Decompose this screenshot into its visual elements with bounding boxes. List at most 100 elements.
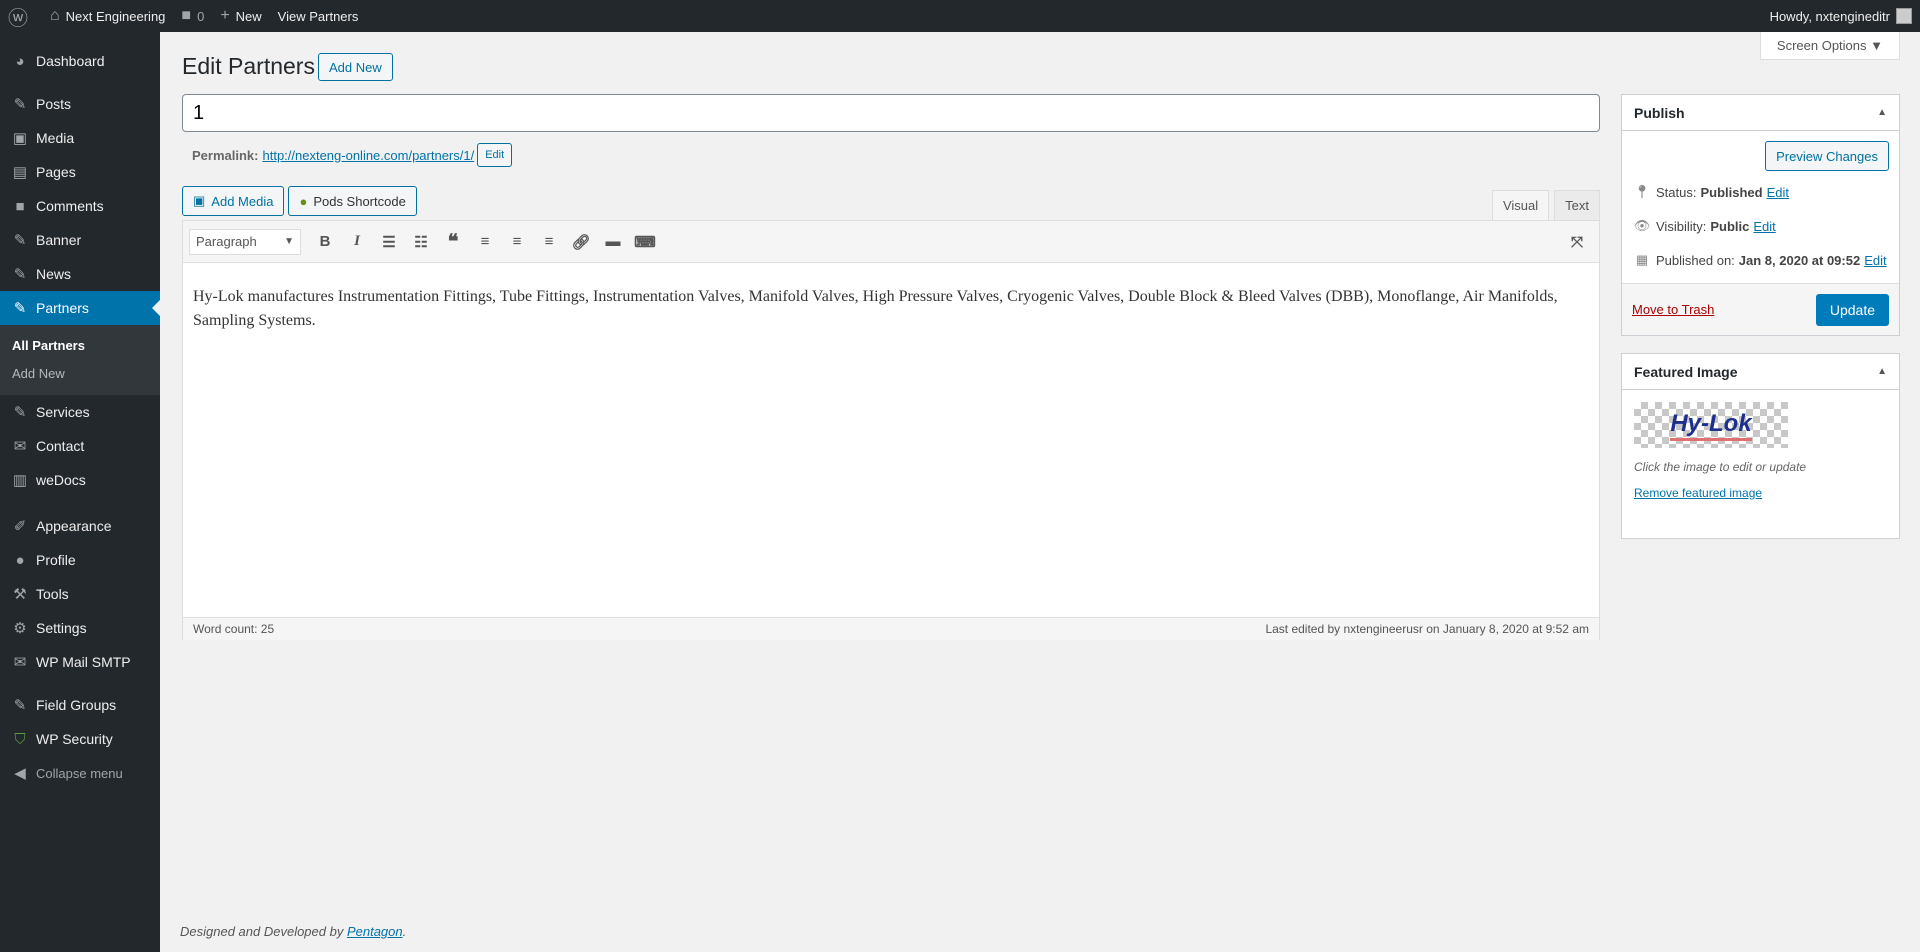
- menu-settings[interactable]: ⚙ Settings: [0, 611, 160, 645]
- preview-changes-button[interactable]: Preview Changes: [1765, 141, 1889, 171]
- permalink-link[interactable]: http://nexteng-online.com/partners/1/: [262, 148, 474, 163]
- wp-logo-icon[interactable]: ⓦ: [0, 0, 42, 32]
- align-right-icon[interactable]: ≡: [535, 228, 563, 256]
- bullet-list-icon[interactable]: ☰: [375, 228, 403, 256]
- toolbar-toggle-icon[interactable]: ⌨: [631, 228, 659, 256]
- menu-label: Media: [36, 130, 75, 146]
- numbered-list-icon[interactable]: ☷: [407, 228, 435, 256]
- align-center-icon[interactable]: ≡: [503, 228, 531, 256]
- editor-toolbar: Paragraph ▼ B I ☰ ☷ ❝ ≡ ≡ ≡ 🔗︎ ▬ ⌨ ⤧: [183, 221, 1599, 263]
- featured-image-header[interactable]: Featured Image ▲: [1622, 354, 1899, 390]
- footer-text: Designed and Developed by: [180, 924, 347, 939]
- menu-label: Comments: [36, 198, 104, 214]
- pin-icon: ✎: [13, 300, 27, 317]
- tab-text[interactable]: Text: [1554, 190, 1600, 220]
- menu-label: Pages: [36, 164, 76, 180]
- menu-label: weDocs: [36, 472, 86, 488]
- read-more-icon[interactable]: ▬: [599, 228, 627, 256]
- howdy-text: Howdy, nxtengineditr: [1769, 8, 1890, 24]
- site-name-link[interactable]: ⌂ Next Engineering: [42, 0, 173, 32]
- submenu-add-new[interactable]: Add New: [0, 360, 160, 388]
- publish-title: Publish: [1634, 104, 1685, 121]
- align-left-icon[interactable]: ≡: [471, 228, 499, 256]
- pods-shortcode-button[interactable]: ● Pods Shortcode: [288, 186, 417, 216]
- featured-image[interactable]: Hy-Lok: [1634, 402, 1788, 448]
- new-content-link[interactable]: + New: [212, 0, 269, 32]
- page-title: Edit Partners: [182, 53, 315, 79]
- collapse-arrow-icon[interactable]: ▲: [1877, 366, 1887, 377]
- menu-media[interactable]: ▣ Media: [0, 121, 160, 155]
- fullscreen-icon[interactable]: ⤧: [1563, 228, 1591, 256]
- italic-icon[interactable]: I: [343, 228, 371, 256]
- menu-wp-mail-smtp[interactable]: ✉ WP Mail SMTP: [0, 645, 160, 679]
- collapse-icon: ◀: [14, 765, 26, 782]
- menu-tools[interactable]: ⚒ Tools: [0, 577, 160, 611]
- move-to-trash-link[interactable]: Move to Trash: [1632, 302, 1714, 317]
- publish-box: Publish ▲ Preview Changes 📍︎ Status: Publis…: [1621, 94, 1900, 336]
- menu-profile[interactable]: ● Profile: [0, 543, 160, 577]
- menu-appearance[interactable]: ✐ Appearance: [0, 509, 160, 543]
- menu-comments[interactable]: ■ Comments: [0, 189, 160, 223]
- link-icon[interactable]: 🔗︎: [567, 228, 595, 256]
- publish-header[interactable]: Publish ▲: [1622, 95, 1899, 131]
- menu-label: News: [36, 266, 72, 282]
- footer-link[interactable]: Pentagon: [347, 924, 403, 939]
- permalink: Permalink: http://nexteng-online.com/par…: [192, 143, 513, 167]
- tab-visual[interactable]: Visual: [1491, 190, 1550, 220]
- editor-content[interactable]: Hy-Lok manufactures Instrumentation Fitt…: [183, 263, 1599, 617]
- published-label: Published on:: [1656, 252, 1735, 268]
- menu-field-groups[interactable]: ✎ Field Groups: [0, 688, 160, 722]
- media-icon: ▣: [12, 130, 28, 147]
- post-title-input[interactable]: [182, 94, 1600, 132]
- wrench-icon: ⚒: [13, 586, 27, 603]
- visibility-edit-link[interactable]: Edit: [1753, 219, 1775, 234]
- add-media-label: Add Media: [211, 193, 274, 209]
- add-media-button[interactable]: ▣ Add Media: [182, 186, 285, 216]
- blockquote-icon[interactable]: ❝: [439, 228, 467, 256]
- view-partners-link[interactable]: View Partners: [270, 0, 367, 32]
- account-menu[interactable]: Howdy, nxtengineditr: [1762, 0, 1920, 32]
- menu-posts[interactable]: ✎ Posts: [0, 87, 160, 121]
- user-icon: ●: [15, 551, 25, 569]
- menu-pages[interactable]: ▤ Pages: [0, 155, 160, 189]
- remove-featured-image-link[interactable]: Remove featured image: [1634, 486, 1762, 500]
- add-new-button[interactable]: Add New: [318, 53, 393, 81]
- menu-banner[interactable]: ✎ Banner: [0, 223, 160, 257]
- menu-label: Partners: [36, 300, 89, 316]
- brush-icon: ✐: [13, 518, 27, 535]
- menu-dashboard[interactable]: ◕ Dashboard: [0, 44, 160, 78]
- published-edit-link[interactable]: Edit: [1864, 253, 1886, 268]
- status-edit-link[interactable]: Edit: [1767, 185, 1789, 200]
- pages-icon: ▤: [12, 164, 28, 181]
- menu-label: Dashboard: [36, 53, 105, 69]
- settings-icon: ⚙: [13, 620, 27, 637]
- submenu-all-partners[interactable]: All Partners: [0, 332, 160, 360]
- menu-contact[interactable]: ✉ Contact: [0, 429, 160, 463]
- format-select[interactable]: Paragraph ▼: [189, 228, 301, 255]
- update-button[interactable]: Update: [1815, 293, 1889, 326]
- collapse-arrow-icon[interactable]: ▲: [1877, 107, 1887, 118]
- comment-count: 0: [197, 8, 205, 24]
- menu-services[interactable]: ✎ Services: [0, 395, 160, 429]
- admin-bar: ⓦ ⌂ Next Engineering ■ 0 + New View Partner…: [0, 0, 1920, 32]
- screen-options-button[interactable]: Screen Options ▼: [1759, 32, 1900, 60]
- menu-partners[interactable]: ✎ Partners: [0, 291, 160, 325]
- avatar: [1896, 8, 1912, 24]
- hylok-logo: Hy-Lok: [1670, 410, 1752, 441]
- menu-wp-security[interactable]: ⛉ WP Security: [0, 722, 160, 756]
- bold-icon[interactable]: B: [311, 228, 339, 256]
- comments-link[interactable]: ■ 0: [173, 0, 212, 32]
- menu-wedocs[interactable]: ▥ weDocs: [0, 463, 160, 497]
- home-icon: ⌂: [50, 7, 60, 24]
- content-editor: Paragraph ▼ B I ☰ ☷ ❝ ≡ ≡ ≡ 🔗︎ ▬ ⌨ ⤧ Hy-L…: [182, 220, 1600, 640]
- pin-icon: ✎: [13, 232, 27, 249]
- featured-image-title: Featured Image: [1634, 363, 1738, 380]
- permalink-edit-button[interactable]: Edit: [477, 143, 513, 167]
- comment-icon: ■: [181, 7, 192, 24]
- pin-icon: 📍︎: [1633, 184, 1651, 199]
- mail-icon: ✉: [13, 438, 27, 455]
- collapse-menu-button[interactable]: ◀ Collapse menu: [0, 756, 160, 790]
- menu-news[interactable]: ✎ News: [0, 257, 160, 291]
- pods-icon: ●: [299, 193, 308, 209]
- status-row: 📍︎ Status: Published Edit: [1622, 175, 1899, 209]
